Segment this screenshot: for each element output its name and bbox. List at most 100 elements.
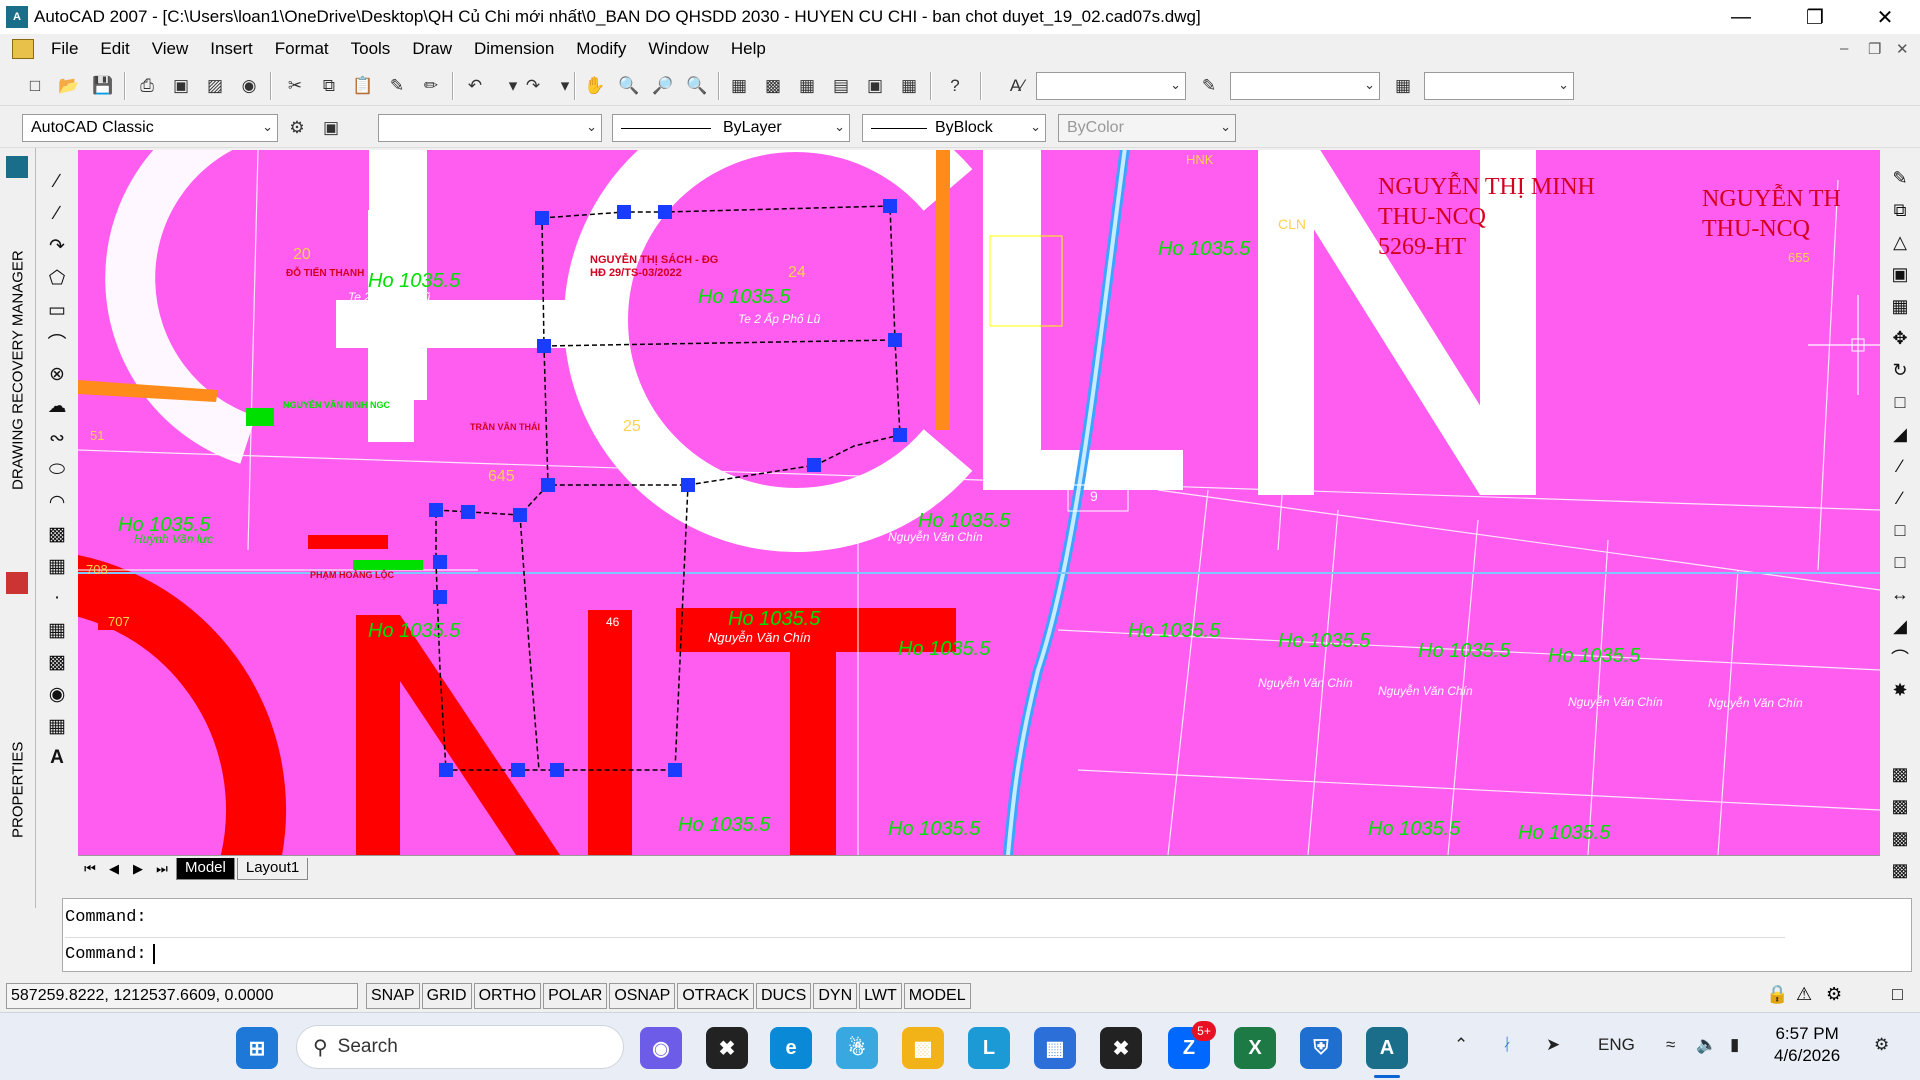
explode-icon[interactable]: ✸: [1886, 676, 1914, 704]
start-icon[interactable]: ⊞: [236, 1027, 278, 1069]
chevron-up-icon[interactable]: ⌃: [1454, 1035, 1468, 1055]
scale-icon[interactable]: □: [1886, 388, 1914, 416]
polar-toggle[interactable]: POLAR: [543, 983, 608, 1009]
table-style-icon[interactable]: ▦: [1390, 73, 1416, 99]
layer-select[interactable]: ⌄: [378, 114, 602, 142]
document-icon[interactable]: [12, 39, 34, 59]
zoom-realtime-icon[interactable]: 🔍: [616, 73, 642, 99]
model-toggle[interactable]: MODEL: [903, 983, 971, 1009]
recovery-icon[interactable]: [6, 156, 28, 178]
file-explorer-icon[interactable]: ▩: [902, 1027, 944, 1069]
match-properties-icon[interactable]: ✎: [384, 73, 410, 99]
break-at-point-icon[interactable]: □: [1886, 516, 1914, 544]
ellipse-arc-icon[interactable]: ◠: [42, 488, 72, 516]
menu-help[interactable]: Help: [720, 39, 777, 59]
undo-icon[interactable]: ↶: [462, 73, 488, 99]
spline-icon[interactable]: ∾: [42, 424, 72, 452]
snap-toggle[interactable]: SNAP: [366, 983, 420, 1009]
excel-icon[interactable]: X: [1234, 1027, 1276, 1069]
tool-palettes-icon[interactable]: ▦: [794, 73, 820, 99]
lwt-toggle[interactable]: LWT: [859, 983, 902, 1009]
move-icon[interactable]: ✥: [1886, 324, 1914, 352]
battery-icon[interactable]: ▮: [1730, 1035, 1739, 1055]
properties-palette-icon[interactable]: [6, 572, 28, 594]
draw-order-icon[interactable]: ▩: [1886, 760, 1914, 788]
capcut-icon[interactable]: ✖: [1100, 1027, 1142, 1069]
make-block-icon[interactable]: ▦: [42, 552, 72, 580]
dyn-toggle[interactable]: DYN: [813, 983, 858, 1009]
plot-preview-icon[interactable]: ▣: [168, 73, 194, 99]
dim-style-select[interactable]: ⌄: [1230, 72, 1380, 100]
save-icon[interactable]: 💾: [90, 73, 116, 99]
clock[interactable]: 6:57 PM 4/6/2026: [1774, 1023, 1840, 1067]
maximize-button[interactable]: ❐: [1780, 0, 1850, 34]
workspace-select[interactable]: AutoCAD Classic ⌄: [22, 114, 278, 142]
gradient-icon[interactable]: ▩: [42, 648, 72, 676]
hatch-icon[interactable]: ▦: [42, 616, 72, 644]
clean-screen-icon[interactable]: □: [1892, 984, 1903, 1005]
ortho-toggle[interactable]: ORTHO: [473, 983, 542, 1009]
fillet-icon[interactable]: ⌒: [1886, 644, 1914, 672]
text-style-icon[interactable]: A⁄: [1004, 73, 1030, 99]
lock-icon[interactable]: 🔒: [1766, 984, 1788, 1005]
teams-icon[interactable]: ◉: [640, 1027, 682, 1069]
lineweight-select[interactable]: ByBlock ⌄: [862, 114, 1046, 142]
grid-toggle[interactable]: GRID: [421, 983, 472, 1009]
menu-format[interactable]: Format: [264, 39, 340, 59]
text-style-select[interactable]: ⌄: [1036, 72, 1186, 100]
autocad-taskbar-icon[interactable]: A: [1366, 1027, 1408, 1069]
doc-minimize-button[interactable]: –: [1840, 40, 1848, 57]
properties-tab[interactable]: PROPERTIES: [2, 720, 34, 860]
erase-icon[interactable]: ✎: [1886, 164, 1914, 192]
color-select[interactable]: ByColor ⌄: [1058, 114, 1236, 142]
copy-icon[interactable]: ⧉: [316, 73, 342, 99]
osnap-toggle[interactable]: OSNAP: [609, 983, 676, 1009]
drawing-canvas[interactable]: NGUYỄN THỊ MINH THU-NCQ 5269-HT NGUYỄN TH T…: [78, 150, 1880, 855]
close-button[interactable]: ✕: [1850, 0, 1920, 34]
insert-block-icon[interactable]: ▩: [42, 520, 72, 548]
extend-icon[interactable]: ∕: [1886, 484, 1914, 512]
stretch-icon[interactable]: ◢: [1886, 420, 1914, 448]
properties-icon[interactable]: ▦: [726, 73, 752, 99]
language-indicator[interactable]: ENG: [1598, 1035, 1635, 1055]
break-icon[interactable]: □: [1886, 548, 1914, 576]
zoom-window-icon[interactable]: 🔎: [650, 73, 676, 99]
capcut-icon[interactable]: ✖: [706, 1027, 748, 1069]
arc-icon[interactable]: ⌒: [42, 328, 72, 356]
tray-settings-icon[interactable]: ⚙: [1826, 984, 1842, 1005]
next-tab-icon[interactable]: ▶: [126, 861, 150, 877]
publish-icon[interactable]: ▨: [202, 73, 228, 99]
first-tab-icon[interactable]: ⏮: [78, 861, 102, 877]
drawing-recovery-manager-tab[interactable]: DRAWING RECOVERY MANAGER: [2, 230, 34, 510]
send-back-icon[interactable]: ▩: [1886, 824, 1914, 852]
doc-restore-button[interactable]: ❐: [1868, 40, 1881, 58]
menu-modify[interactable]: Modify: [565, 39, 637, 59]
polygon-icon[interactable]: ⬠: [42, 264, 72, 292]
rotate-icon[interactable]: ↻: [1886, 356, 1914, 384]
mirror-icon[interactable]: △: [1886, 228, 1914, 256]
location-icon[interactable]: ➤: [1546, 1035, 1560, 1055]
circle-icon[interactable]: ⊗: [42, 360, 72, 388]
table-style-select[interactable]: ⌄: [1424, 72, 1574, 100]
point-icon[interactable]: ·: [42, 584, 72, 612]
trim-icon[interactable]: ∕: [1886, 452, 1914, 480]
ducs-toggle[interactable]: DUCS: [756, 983, 812, 1009]
dim-style-icon[interactable]: ✎: [1196, 73, 1222, 99]
array-icon[interactable]: ▦: [1886, 292, 1914, 320]
block-editor-icon[interactable]: ✏: [418, 73, 444, 99]
doc-close-button[interactable]: ✕: [1896, 40, 1909, 58]
paste-icon[interactable]: 📋: [350, 73, 376, 99]
otrack-toggle[interactable]: OTRACK: [677, 983, 754, 1009]
cut-icon[interactable]: ✂: [282, 73, 308, 99]
open-icon[interactable]: 📂: [56, 73, 82, 99]
offset-icon[interactable]: ▣: [1886, 260, 1914, 288]
etransmit-icon[interactable]: ◉: [236, 73, 262, 99]
polyline-icon[interactable]: ↷: [42, 232, 72, 260]
photos-icon[interactable]: ☃: [836, 1027, 878, 1069]
minimize-button[interactable]: —: [1706, 0, 1776, 34]
copy-object-icon[interactable]: ⧉: [1886, 196, 1914, 224]
store-icon[interactable]: ▦: [1034, 1027, 1076, 1069]
table-icon[interactable]: ▦: [42, 712, 72, 740]
volume-icon[interactable]: 🔈: [1696, 1035, 1717, 1055]
bring-above-icon[interactable]: ▩: [1886, 856, 1914, 884]
